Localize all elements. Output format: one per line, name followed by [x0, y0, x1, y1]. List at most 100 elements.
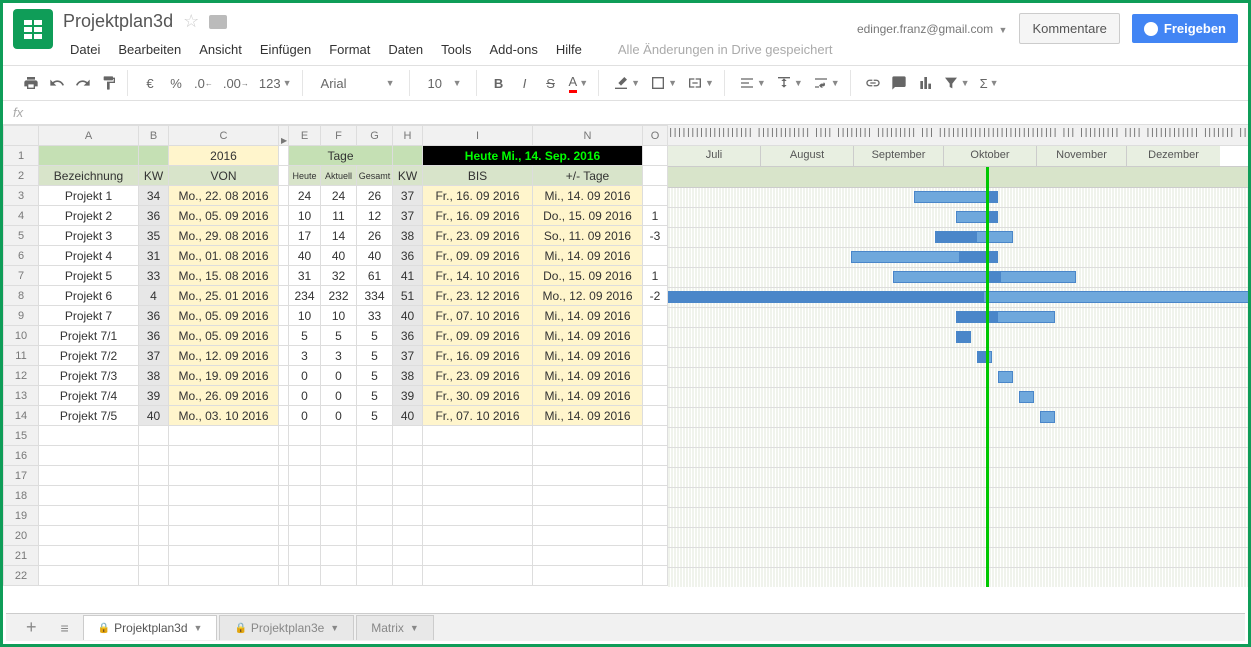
table-row[interactable]: 21	[4, 546, 668, 566]
diff-cell[interactable]	[643, 386, 668, 406]
currency-button[interactable]: €	[138, 71, 162, 95]
gesamt-cell[interactable]: 33	[357, 306, 393, 326]
wrap-button[interactable]: ▼	[809, 71, 844, 95]
kw-cell[interactable]: 36	[139, 326, 169, 346]
project-name[interactable]: Projekt 4	[39, 246, 139, 266]
table-row[interactable]: 13 Projekt 7/4 39 Mo., 26. 09 2016 0 0 5…	[4, 386, 668, 406]
col-header[interactable]: E	[289, 126, 321, 146]
gantt-bar[interactable]	[914, 191, 992, 203]
project-name[interactable]: Projekt 6	[39, 286, 139, 306]
kw-cell[interactable]: 39	[139, 386, 169, 406]
functions-icon[interactable]: Σ▼	[976, 71, 1003, 95]
project-name[interactable]: Projekt 2	[39, 206, 139, 226]
row-header[interactable]: 6	[4, 246, 39, 266]
gesamt-cell[interactable]: 61	[357, 266, 393, 286]
aktuell-cell[interactable]: 40	[321, 246, 357, 266]
kw2-cell[interactable]: 39	[393, 386, 423, 406]
kw-cell[interactable]: 36	[139, 306, 169, 326]
print-icon[interactable]	[19, 71, 43, 95]
heute-cell[interactable]: 234	[289, 286, 321, 306]
gantt-bar[interactable]	[893, 271, 1076, 283]
pm-cell[interactable]: Do., 15. 09 2016	[533, 266, 643, 286]
gantt-bar-progress[interactable]	[935, 231, 977, 243]
col-header[interactable]: B	[139, 126, 169, 146]
table-row[interactable]: 8 Projekt 6 4 Mo., 25. 01 2016 234 232 3…	[4, 286, 668, 306]
von-cell[interactable]: Mo., 15. 08 2016	[169, 266, 279, 286]
number-format-button[interactable]: 123▼	[255, 71, 296, 95]
heute-cell[interactable]: 0	[289, 366, 321, 386]
diff-cell[interactable]: -3	[643, 226, 668, 246]
von-cell[interactable]: Mo., 25. 01 2016	[169, 286, 279, 306]
col-header[interactable]: O	[643, 126, 668, 146]
kw-cell[interactable]: 33	[139, 266, 169, 286]
bold-button[interactable]: B	[487, 71, 511, 95]
halign-button[interactable]: ▼	[735, 71, 770, 95]
table-row[interactable]: 22	[4, 566, 668, 586]
gantt-area[interactable]: ||||||||||||||||||| |||||||||||| |||| ||…	[668, 125, 1248, 615]
bis-cell[interactable]: Fr., 23. 12 2016	[423, 286, 533, 306]
heute-cell[interactable]: 40	[289, 246, 321, 266]
col-header[interactable]: F	[321, 126, 357, 146]
bis-cell[interactable]: Fr., 23. 09 2016	[423, 366, 533, 386]
pm-cell[interactable]: Mi., 14. 09 2016	[533, 366, 643, 386]
kw2-cell[interactable]: 37	[393, 206, 423, 226]
font-selector[interactable]: Arial▼	[313, 71, 403, 95]
project-name[interactable]: Projekt 7/3	[39, 366, 139, 386]
row-header[interactable]: 1	[4, 146, 39, 166]
aktuell-cell[interactable]: 24	[321, 186, 357, 206]
percent-button[interactable]: %	[164, 71, 188, 95]
kw2-cell[interactable]: 51	[393, 286, 423, 306]
diff-cell[interactable]	[643, 406, 668, 426]
bis-cell[interactable]: Fr., 30. 09 2016	[423, 386, 533, 406]
pm-cell[interactable]: Mi., 14. 09 2016	[533, 186, 643, 206]
kw-cell[interactable]: 35	[139, 226, 169, 246]
row-header[interactable]: 21	[4, 546, 39, 566]
heute-cell[interactable]: 31	[289, 266, 321, 286]
pm-cell[interactable]: Do., 15. 09 2016	[533, 206, 643, 226]
diff-cell[interactable]	[643, 326, 668, 346]
bis-cell[interactable]: Fr., 16. 09 2016	[423, 346, 533, 366]
heute-cell[interactable]: 17	[289, 226, 321, 246]
pm-cell[interactable]: So., 11. 09 2016	[533, 226, 643, 246]
kw2-cell[interactable]: 37	[393, 186, 423, 206]
menu-format[interactable]: Format	[322, 38, 377, 61]
italic-button[interactable]: I	[513, 71, 537, 95]
row-header[interactable]: 2	[4, 166, 39, 186]
col-header[interactable]: N	[533, 126, 643, 146]
table-row[interactable]: 4 Projekt 2 36 Mo., 05. 09 2016 10 11 12…	[4, 206, 668, 226]
gesamt-cell[interactable]: 5	[357, 366, 393, 386]
row-header[interactable]: 8	[4, 286, 39, 306]
project-name[interactable]: Projekt 5	[39, 266, 139, 286]
table-row[interactable]: 7 Projekt 5 33 Mo., 15. 08 2016 31 32 61…	[4, 266, 668, 286]
diff-cell[interactable]: -2	[643, 286, 668, 306]
sheet-tab[interactable]: Matrix▼	[356, 615, 434, 640]
year-cell[interactable]: 2016	[169, 146, 279, 166]
menu-addons[interactable]: Add-ons	[482, 38, 544, 61]
diff-cell[interactable]	[643, 186, 668, 206]
kw2-cell[interactable]: 36	[393, 326, 423, 346]
row-header[interactable]: 17	[4, 466, 39, 486]
table-row[interactable]: 14 Projekt 7/5 40 Mo., 03. 10 2016 0 0 5…	[4, 406, 668, 426]
formula-bar[interactable]: fx	[3, 101, 1248, 125]
von-cell[interactable]: Mo., 05. 09 2016	[169, 326, 279, 346]
row-header[interactable]: 3	[4, 186, 39, 206]
row-header[interactable]: 5	[4, 226, 39, 246]
pm-cell[interactable]: Mi., 14. 09 2016	[533, 346, 643, 366]
row-header[interactable]: 7	[4, 266, 39, 286]
bis-cell[interactable]: Fr., 16. 09 2016	[423, 206, 533, 226]
text-color-button[interactable]: A▼	[565, 71, 593, 95]
kw2-cell[interactable]: 38	[393, 366, 423, 386]
folder-icon[interactable]	[209, 15, 227, 29]
fill-color-button[interactable]: ▼	[609, 71, 644, 95]
menu-view[interactable]: Ansicht	[192, 38, 249, 61]
kw2-cell[interactable]: 36	[393, 246, 423, 266]
valign-button[interactable]: ▼	[772, 71, 807, 95]
row-header[interactable]: 22	[4, 566, 39, 586]
kw2-cell[interactable]: 38	[393, 226, 423, 246]
von-cell[interactable]: Mo., 05. 09 2016	[169, 206, 279, 226]
bis-cell[interactable]: Fr., 07. 10 2016	[423, 306, 533, 326]
table-row[interactable]: 3 Projekt 1 34 Mo., 22. 08 2016 24 24 26…	[4, 186, 668, 206]
sheets-logo[interactable]	[13, 9, 53, 49]
menu-edit[interactable]: Bearbeiten	[111, 38, 188, 61]
gantt-bar[interactable]	[998, 371, 1013, 383]
